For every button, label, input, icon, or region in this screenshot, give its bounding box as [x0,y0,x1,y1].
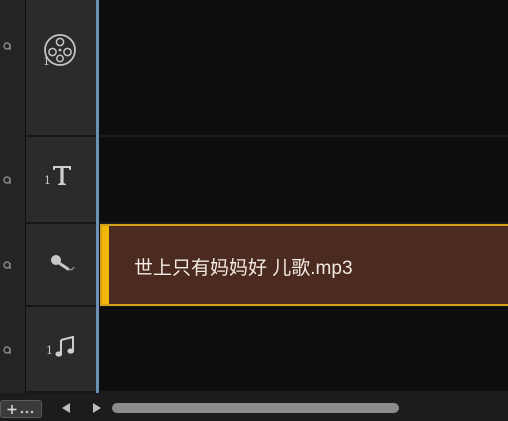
track-header-music[interactable]: 1 [26,307,96,393]
title-t-icon [53,166,71,185]
timeline-bottom-bar [0,393,508,421]
scroll-right-icon[interactable] [91,402,103,414]
track-header-title[interactable]: 1 [26,137,96,224]
clip-name: 世上只有妈妈好 儿歌.mp3 [134,258,353,279]
track-lane-overlay[interactable] [100,0,508,137]
track-toggle-icon[interactable] [2,344,14,356]
timeline-tracks-area[interactable] [100,0,508,393]
add-track-icon [7,405,34,414]
playhead-line[interactable] [96,0,99,393]
track-header-voice[interactable] [26,224,96,307]
clip-trim-handle[interactable] [102,226,109,304]
track-number: 1 [46,344,53,357]
track-number: 1 [44,174,51,187]
track-toggle-icon[interactable] [2,174,14,186]
microphone-icon [51,255,75,271]
add-track-button[interactable] [0,400,42,418]
track-lane-music[interactable] [100,307,508,393]
track-header-overlay[interactable]: 1 [26,0,96,137]
track-toggle-strip [0,0,26,393]
timeline-scrollbar[interactable] [108,403,508,413]
scroll-left-icon[interactable] [60,402,72,414]
track-toggle-icon[interactable] [2,40,14,52]
track-toggle-icon[interactable] [2,259,14,271]
track-lane-title[interactable] [100,137,508,224]
audio-clip[interactable]: 世上只有妈妈好 儿歌.mp3 [100,224,508,306]
scrollbar-thumb[interactable] [112,403,399,413]
film-reel-icon [44,34,76,66]
track-header-column: 1 1 1 [26,0,96,393]
music-note-icon [55,336,75,357]
